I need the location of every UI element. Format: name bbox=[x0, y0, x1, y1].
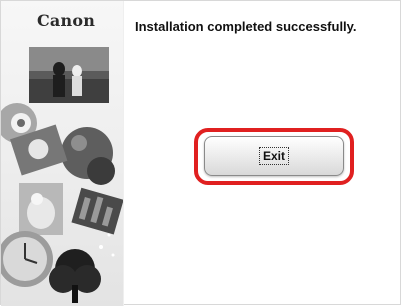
exit-button-label: Exit bbox=[258, 147, 290, 165]
photo-collage-image bbox=[1, 47, 123, 303]
completion-message: Installation completed successfully. bbox=[135, 19, 357, 34]
exit-button[interactable]: Exit bbox=[204, 136, 344, 176]
canon-logo: Canon bbox=[37, 11, 96, 30]
sidebar-collage-panel: Canon bbox=[1, 1, 124, 306]
installer-window: Canon Installation completed successfull… bbox=[0, 0, 401, 306]
